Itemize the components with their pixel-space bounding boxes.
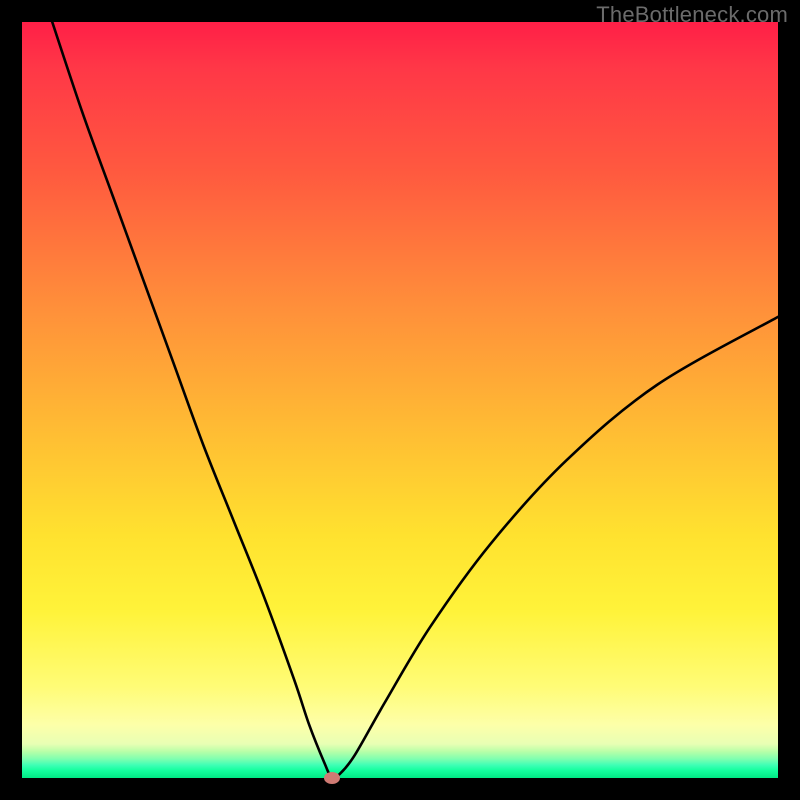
plot-area [22, 22, 778, 778]
optimum-marker [324, 772, 340, 784]
bottleneck-curve [22, 22, 778, 778]
chart-frame: TheBottleneck.com [0, 0, 800, 800]
